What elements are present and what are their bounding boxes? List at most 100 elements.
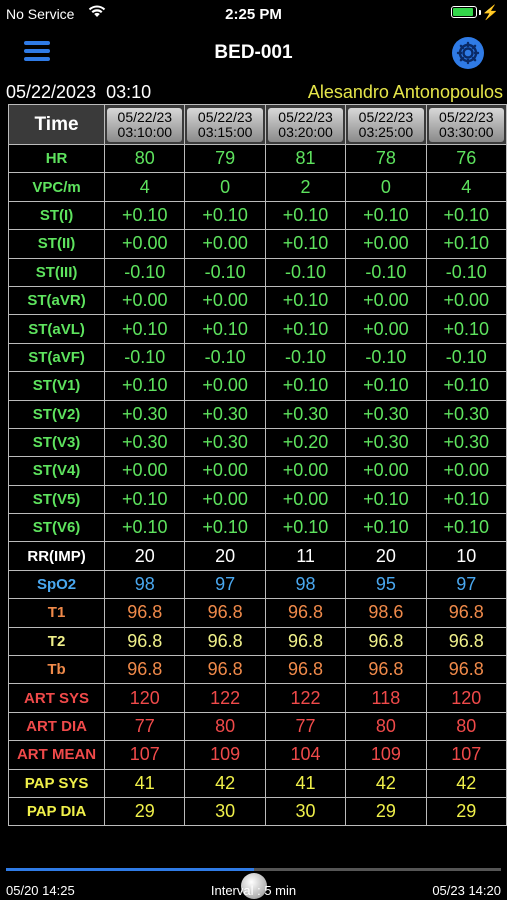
table-cell: 109 (184, 740, 266, 770)
slider-track[interactable] (6, 868, 501, 899)
table-row: ST(V4) +0.00 +0.00 +0.00 +0.00 +0.00 (8, 456, 507, 486)
table-row: ST(aVR) +0.00 +0.00 +0.10 +0.00 +0.00 (8, 285, 507, 316)
table-cell: 96.8 (264, 626, 347, 657)
table-row: ST(V6) +0.10 +0.10 +0.10 +0.10 +0.10 (8, 513, 507, 543)
table-cell: +0.00 (345, 456, 427, 486)
current-datetime: 05/22/2023 03:10 (6, 82, 151, 103)
table-cell: +0.00 (345, 229, 427, 259)
table-cell: 42 (184, 768, 266, 798)
table-cell: 0 (345, 172, 427, 202)
slider-track-fill (6, 868, 254, 871)
time-column-0[interactable]: 05/22/23 03:10:00 (104, 104, 186, 145)
parameter-label: ST(aVR) (8, 285, 106, 316)
parameter-label: ST(V4) (8, 456, 106, 486)
table-cell: +0.00 (104, 229, 186, 259)
table-cell: +0.30 (345, 427, 427, 458)
table-cell: 20 (184, 541, 266, 571)
table-cell: +0.10 (345, 371, 427, 401)
table-cell: 29 (104, 796, 186, 827)
table-cell: 41 (264, 768, 347, 798)
time-column-3[interactable]: 05/22/23 03:25:00 (345, 104, 427, 145)
table-cell: 97 (184, 569, 266, 600)
table-cell: 80 (104, 143, 186, 174)
table-cell: 96.8 (184, 598, 266, 628)
battery-icon (451, 6, 477, 18)
table-cell: -0.10 (104, 257, 186, 287)
table-row: Tb 96.8 96.8 96.8 96.8 96.8 (8, 655, 507, 685)
table-cell: 77 (264, 711, 347, 742)
table-cell: +0.30 (345, 399, 427, 429)
table-row: ART DIA 77 80 77 80 80 (8, 711, 507, 742)
table-row: RR(IMP) 20 20 11 20 10 (8, 541, 507, 571)
table-cell: 118 (345, 683, 427, 713)
table-cell: +0.30 (104, 399, 186, 429)
time-column-2[interactable]: 05/22/23 03:20:00 (264, 104, 347, 145)
parameter-label: RR(IMP) (8, 541, 106, 571)
table-cell: -0.10 (425, 257, 507, 287)
table-row: ST(V1) +0.10 +0.00 +0.10 +0.10 +0.10 (8, 371, 507, 401)
table-cell: +0.00 (345, 285, 427, 316)
table-row: T1 96.8 96.8 96.8 98.6 96.8 (8, 598, 507, 628)
table-cell: +0.00 (184, 229, 266, 259)
status-bar: No Service 2:25 PM ⚡ (0, 0, 507, 28)
table-row: ST(II) +0.00 +0.00 +0.10 +0.00 +0.10 (8, 229, 507, 259)
parameter-label: ST(V5) (8, 484, 106, 515)
status-time: 2:25 PM (225, 6, 282, 23)
table-cell: +0.10 (184, 200, 266, 231)
table-cell: +0.30 (104, 427, 186, 458)
parameter-label: Tb (8, 655, 106, 685)
gear-icon[interactable] (452, 37, 484, 69)
table-cell: +0.10 (264, 314, 347, 344)
table-cell: +0.10 (345, 200, 427, 231)
table-cell: +0.30 (264, 399, 347, 429)
table-cell: 29 (425, 796, 507, 827)
time-column-4[interactable]: 05/22/23 03:30:00 (425, 104, 507, 145)
table-cell: +0.00 (425, 456, 507, 486)
column-date: 05/22/23 (439, 108, 494, 125)
table-row: SpO2 98 97 98 95 97 (8, 569, 507, 600)
table-row: HR 80 79 81 78 76 (8, 143, 507, 174)
table-cell: +0.10 (425, 484, 507, 515)
table-cell: 10 (425, 541, 507, 571)
table-cell: +0.10 (345, 484, 427, 515)
table-cell: 78 (345, 143, 427, 174)
table-cell: 109 (345, 740, 427, 770)
table-cell: 96.8 (184, 626, 266, 657)
table-cell: 0 (184, 172, 266, 202)
table-cell: 107 (425, 740, 507, 770)
time-column-label: 05/22/23 03:25:00 (348, 107, 424, 142)
parameter-label: VPC/m (8, 172, 106, 202)
table-cell: 80 (425, 711, 507, 742)
table-cell: +0.30 (184, 427, 266, 458)
table-cell: +0.00 (104, 285, 186, 316)
table-cell: -0.10 (184, 257, 266, 287)
parameter-label: PAP DIA (8, 796, 106, 827)
table-cell: +0.10 (425, 229, 507, 259)
parameter-label: HR (8, 143, 106, 174)
table-cell: 96.8 (345, 655, 427, 685)
table-row: ST(aVF) -0.10 -0.10 -0.10 -0.10 -0.10 (8, 342, 507, 373)
column-date: 05/22/23 (117, 108, 173, 125)
table-cell: 96.8 (425, 655, 507, 685)
table-cell: -0.10 (264, 342, 347, 373)
table-cell: +0.10 (184, 513, 266, 543)
trend-table[interactable]: Time 05/22/23 03:10:00 05/22/23 03:15:00 05/… (8, 104, 507, 852)
table-cell: +0.10 (184, 314, 266, 344)
table-cell: -0.10 (104, 342, 186, 373)
table-cell: 4 (104, 172, 186, 202)
table-cell: +0.10 (425, 513, 507, 543)
table-cell: 4 (425, 172, 507, 202)
table-cell: +0.10 (264, 200, 347, 231)
table-cell: +0.30 (425, 427, 507, 458)
table-cell: +0.10 (425, 200, 507, 231)
table-cell: 20 (104, 541, 186, 571)
timeline-slider[interactable]: 05/20 14:25 Interval : 5 min 05/23 14:20 (0, 852, 507, 900)
table-cell: +0.30 (184, 399, 266, 429)
table-cell: 20 (345, 541, 427, 571)
table-cell: 96.8 (104, 655, 186, 685)
time-column-1[interactable]: 05/22/23 03:15:00 (184, 104, 266, 145)
table-cell: 120 (104, 683, 186, 713)
column-date: 05/22/23 (278, 108, 333, 125)
parameter-label: ST(V3) (8, 427, 106, 458)
current-time: 03:10 (106, 82, 152, 102)
